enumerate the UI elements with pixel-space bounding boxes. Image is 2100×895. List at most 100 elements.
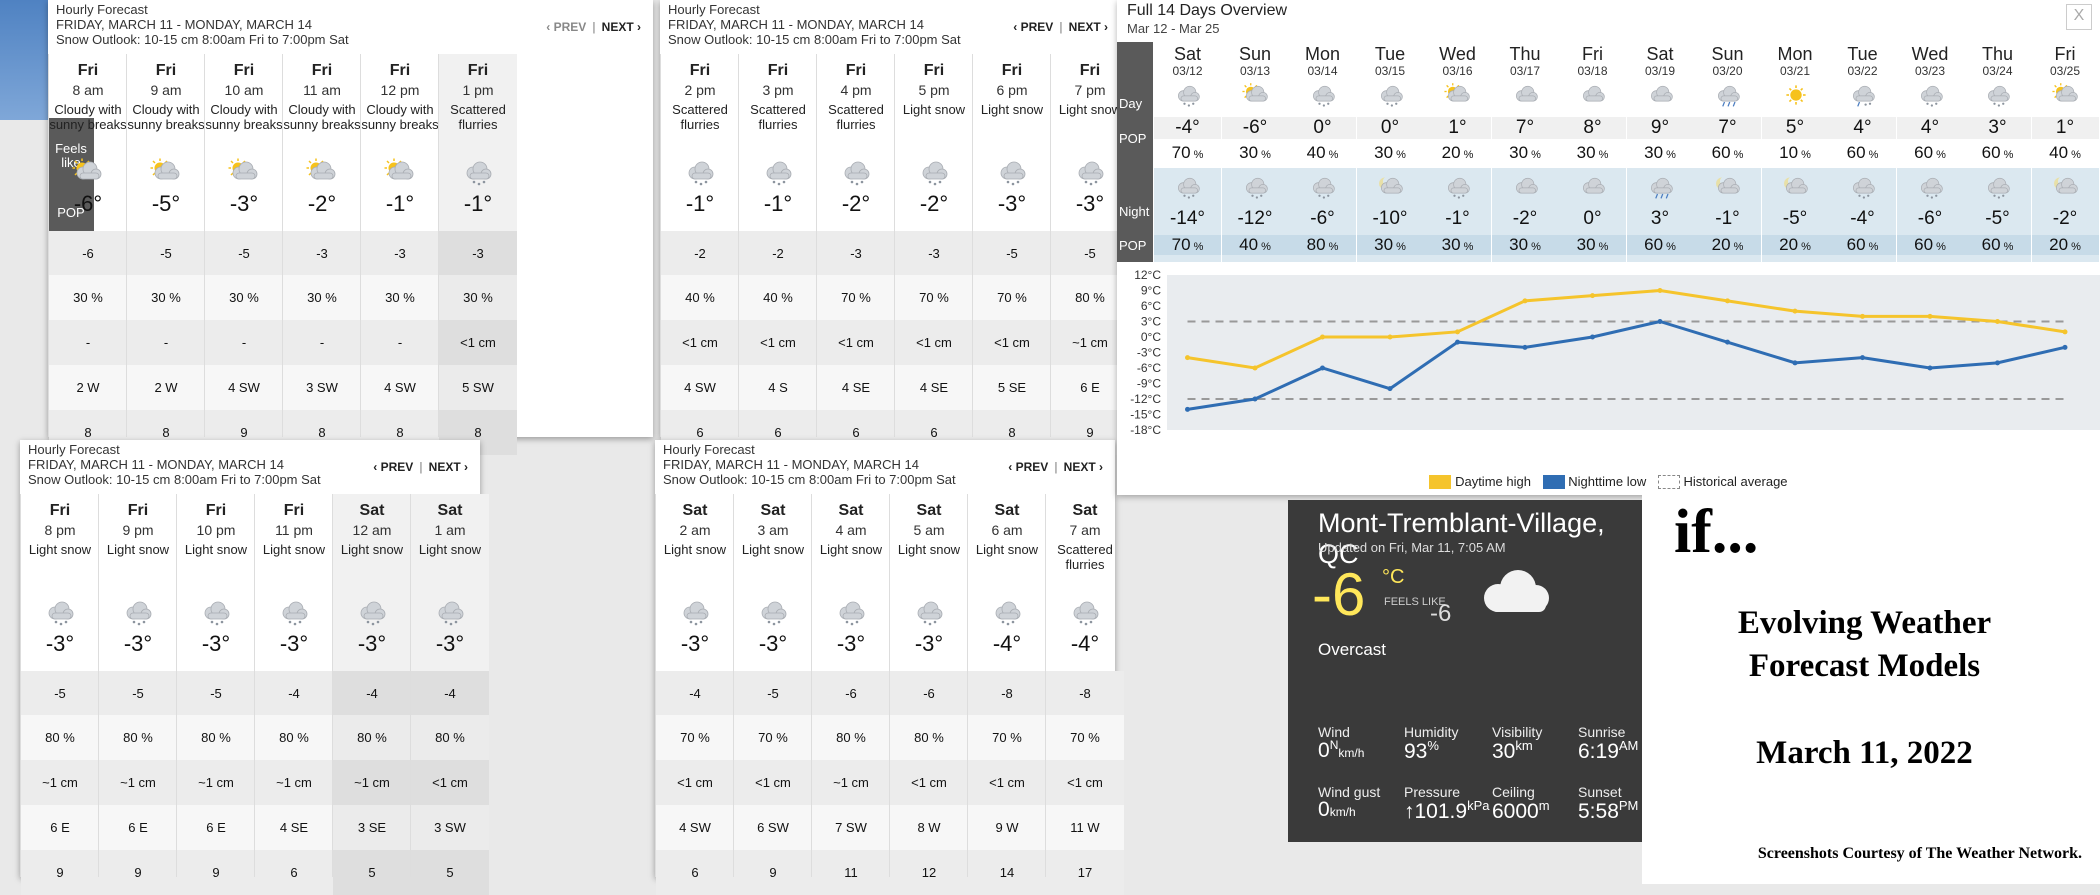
prev-button[interactable]: ‹ PREV <box>1008 460 1048 474</box>
ceiling-value: 6000m <box>1492 798 1550 823</box>
night-low: -2° <box>2052 208 2078 229</box>
night-pop-value: 60 <box>1846 235 1866 254</box>
hour-pop: 40 % <box>661 275 739 320</box>
snow-cloud-icon <box>204 601 230 626</box>
day-pop-value: 60 <box>1914 143 1934 162</box>
night-pop: 30 % <box>1356 235 1424 255</box>
hour-condition: Light snow <box>975 542 1039 557</box>
hour-condition: Scattered flurries <box>1057 542 1113 572</box>
hour-gust: 9 <box>21 850 99 895</box>
hour-day: Sat <box>1072 502 1098 519</box>
nighttime-low-point <box>1860 355 1865 361</box>
hour-column: Sat 3 am Light snow -3° -5 70 % <1 cm 6 SW 9 <box>733 494 812 895</box>
nighttime-low-point <box>1522 344 1528 350</box>
pct-unit: % <box>1528 149 1541 161</box>
day-date: 03/25 <box>2049 64 2081 78</box>
snow-cloud-icon <box>839 601 865 626</box>
night-pop-value: 70 <box>1171 235 1191 254</box>
daytime-high-point <box>1927 313 1933 319</box>
next-button[interactable]: NEXT › <box>1064 460 1103 474</box>
day-column: Tue 03/15 0° 30 % -10° 30 % <box>1356 42 1424 262</box>
day-name: Mon <box>1777 44 1813 64</box>
hour-wind: 2 W <box>127 365 205 410</box>
day-name: Thu <box>1509 44 1541 64</box>
night-pop-value: 40 <box>1239 235 1259 254</box>
hourly-forecast-panel: Hourly Forecast FRIDAY, MARCH 11 - MONDAY… <box>20 440 489 895</box>
pct-unit: % <box>1595 241 1609 253</box>
next-button[interactable]: NEXT › <box>429 460 468 474</box>
updated-time: Updated on Fri, Mar 11, 7:05 AM <box>1318 540 1506 555</box>
hour-pop: 30 % <box>127 275 205 320</box>
hour-wind: 4 SW <box>661 365 739 410</box>
day-date: 03/13 <box>1239 64 1271 78</box>
hour-wind: 11 W <box>1046 805 1124 850</box>
daytime-high-point <box>1320 334 1325 340</box>
hour-temp: -2° <box>919 191 949 216</box>
hour-feels: -5 <box>21 671 99 716</box>
sunset-value: 5:58PM <box>1578 798 1639 823</box>
hour-feels: -4 <box>656 671 734 716</box>
night-pop-value: 30 <box>1441 235 1461 254</box>
prev-button[interactable]: ‹ PREV <box>546 20 586 34</box>
day-pop: 60 % <box>1897 143 1964 163</box>
day-pop-value: 40 <box>1306 143 1326 162</box>
hour-time: 8 am <box>72 82 104 98</box>
day-high: -6° <box>1221 117 1289 139</box>
hour-time: 8 pm <box>44 522 76 538</box>
plot-area <box>1167 275 2100 430</box>
hour-wind: 6 E <box>21 805 99 850</box>
hour-snow: <1 cm <box>656 760 734 805</box>
hour-temp: -3° <box>279 631 309 656</box>
day-pop-value: 60 <box>1981 143 2001 162</box>
hour-time: 1 am <box>434 522 466 538</box>
hour-gust: 5 <box>333 850 411 895</box>
daytime-high-point <box>1860 313 1865 319</box>
hour-pop: 80 % <box>890 715 968 760</box>
pressure-value: ↑101.9kPa <box>1404 798 1490 823</box>
snow-cloud-icon <box>683 601 709 626</box>
hour-feels: -6 <box>890 671 968 716</box>
night-pop-value: 30 <box>1509 235 1529 254</box>
temperature-chart: 12°C 9°C6°C 3°C0°C -3°C-6°C -9°C-12°C -15°C-1… <box>1130 268 2100 437</box>
night-low: -4° <box>1850 208 1875 229</box>
hour-snow: <1 cm <box>1046 760 1124 805</box>
hour-column: Fri 11 am Cloudy with sunny breaks -2° -3 30 … <box>282 54 361 455</box>
title-date: March 11, 2022 <box>1756 735 1973 771</box>
day-high: 0° <box>1289 117 1356 139</box>
night-low: -14° <box>1169 208 1206 229</box>
day-pop-value: 30 <box>1239 143 1259 162</box>
hour-day: Fri <box>77 62 99 79</box>
day-pop-value: 40 <box>2049 143 2069 162</box>
hour-gust: 17 <box>1046 850 1124 895</box>
pct-unit: % <box>1393 241 1406 253</box>
day-high: 8° <box>1559 117 1626 139</box>
day-column: Thu 03/24 3° 60 % -5° 60 % <box>1964 42 2031 262</box>
snow-outlook: Snow Outlook: 10-15 cm 8:00am Fri to 7:0… <box>668 32 961 47</box>
cloud-icon <box>1515 177 1538 194</box>
cloud-icon <box>1583 85 1605 102</box>
night-low: -5° <box>1985 208 2010 229</box>
next-button[interactable]: NEXT › <box>602 20 641 34</box>
prev-button[interactable]: ‹ PREV <box>373 460 413 474</box>
snow-cloud-icon <box>48 601 74 626</box>
hour-pop: 30 % <box>49 275 127 320</box>
hour-temp: -3° <box>435 631 465 656</box>
hour-wind: 5 SW <box>439 365 517 410</box>
nighttime-low-point <box>1185 406 1190 412</box>
next-button[interactable]: NEXT › <box>1069 20 1108 34</box>
snow-cloud-icon <box>1245 177 1268 199</box>
hour-gust: 6 <box>656 850 734 895</box>
prev-button[interactable]: ‹ PREV <box>1013 20 1053 34</box>
night-pop: 30 % <box>1559 235 1626 255</box>
sun-cloud-icon <box>72 158 102 180</box>
night-pop-value: 20 <box>1779 235 1799 254</box>
hour-feels: -2 <box>739 231 817 276</box>
y-tick-label: 0°C <box>1141 330 1161 344</box>
legend-high-label: Daytime high <box>1455 474 1531 490</box>
close-button[interactable]: X <box>2066 4 2092 30</box>
humidity-value: 93% <box>1404 738 1439 763</box>
night-pop-value: 60 <box>1914 235 1934 254</box>
rain-snow-icon <box>1853 85 1875 107</box>
hour-condition: Light snow <box>340 542 404 557</box>
day-high: 5° <box>1761 117 1829 139</box>
